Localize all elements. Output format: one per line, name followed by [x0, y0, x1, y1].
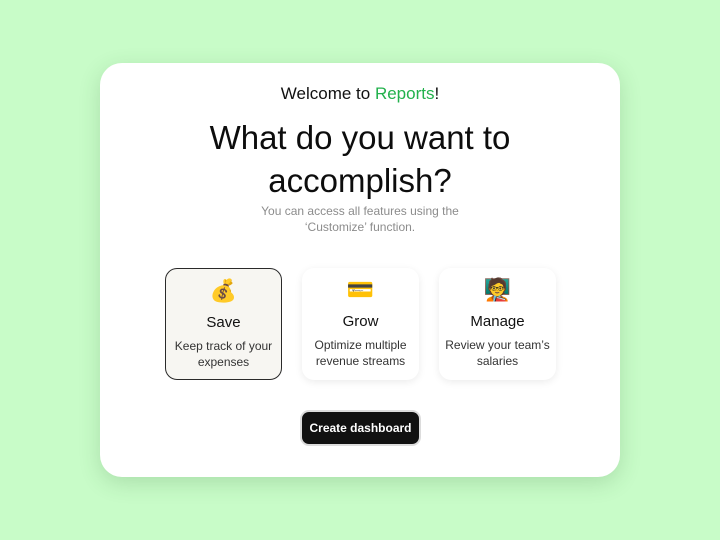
option-grow[interactable]: 💳 Grow Optimize multiple revenue streams: [302, 268, 419, 380]
option-save[interactable]: 💰 Save Keep track of your expenses: [165, 268, 282, 380]
onboarding-card: Welcome to Reports! What do you want to …: [100, 63, 620, 477]
welcome-text: Welcome to Reports!: [100, 84, 620, 104]
option-title: Save: [206, 314, 241, 331]
goal-options: 💰 Save Keep track of your expenses 💳 Gro…: [165, 268, 556, 380]
option-title: Manage: [470, 313, 525, 330]
option-manage[interactable]: 🧑‍🏫 Manage Review your team’s salaries: [439, 268, 556, 380]
money-bag-icon: 💰: [209, 278, 238, 303]
welcome-prefix: Welcome to: [280, 84, 375, 103]
option-description: Review your team’s salaries: [445, 338, 550, 368]
option-description: Optimize multiple revenue streams: [314, 338, 407, 368]
app-name: Reports: [374, 84, 435, 103]
teacher-icon: 🧑‍🏫: [483, 277, 512, 302]
create-dashboard-button[interactable]: Create dashboard: [302, 412, 419, 444]
subtitle: You can access all features using the ‘C…: [261, 204, 459, 234]
page-title: What do you want to accomplish?: [209, 119, 511, 199]
option-title: Grow: [342, 313, 379, 330]
credit-card-icon: 💳: [346, 277, 375, 302]
welcome-suffix: !: [434, 84, 440, 103]
option-description: Keep track of your expenses: [174, 339, 273, 369]
